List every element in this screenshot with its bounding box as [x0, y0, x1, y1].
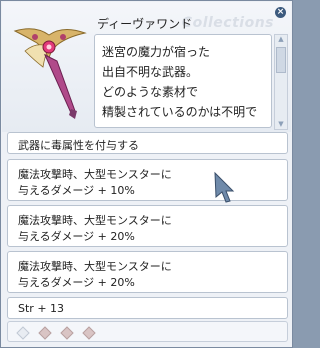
effect-box-poison: 武器に毒属性を付与する	[7, 132, 288, 154]
card-slot-icon	[38, 326, 52, 340]
effect-text: 武器に毒属性を付与する	[18, 139, 139, 152]
effect-text: 魔法攻撃時、大型モンスターに	[18, 214, 172, 227]
cursor-arrow-icon	[214, 171, 235, 203]
card-slot-icon	[16, 326, 30, 340]
effect-text: Str + 13	[18, 302, 65, 315]
description-line: 迷宮の魔力が宿った	[102, 45, 211, 59]
description-scrollbar[interactable]: ▲ ▼	[274, 34, 288, 130]
item-info-window: Collections × ディーヴァワンド 迷宮の魔力が宿った 出自不明な武器…	[0, 0, 293, 348]
effect-text: 与えるダメージ + 20%	[18, 276, 135, 289]
effect-box-bonus: 魔法攻撃時、大型モンスターに 与えるダメージ + 10%	[7, 159, 288, 201]
description-box: 迷宮の魔力が宿った 出自不明な武器。 どのような素材で 精製されているのかは不明…	[94, 34, 272, 128]
scroll-down-icon[interactable]: ▼	[275, 120, 287, 129]
collections-watermark: Collections	[181, 15, 274, 31]
effect-text: 魔法攻撃時、大型モンスターに	[18, 260, 172, 273]
effect-box-bonus: 魔法攻撃時、大型モンスターに 与えるダメージ + 20%	[7, 205, 288, 247]
item-name: ディーヴァワンド	[97, 17, 193, 31]
effect-text: 魔法攻撃時、大型モンスターに	[18, 168, 172, 181]
description-line: どのような素材で	[102, 85, 199, 99]
scroll-up-icon[interactable]: ▲	[275, 35, 287, 44]
description-line: 精製されているのかは不明で	[102, 105, 258, 119]
scrollbar-thumb[interactable]	[276, 47, 286, 73]
card-slot-icon	[82, 326, 96, 340]
description-line: 出自不明な武器。	[102, 65, 199, 79]
card-slot-bar	[7, 321, 288, 342]
effect-text: 与えるダメージ + 20%	[18, 230, 135, 243]
card-slot-icon	[60, 326, 74, 340]
close-icon[interactable]: ×	[275, 7, 286, 18]
effect-box-stat: Str + 13	[7, 297, 288, 319]
effect-box-bonus: 魔法攻撃時、大型モンスターに 与えるダメージ + 20%	[7, 251, 288, 293]
effect-text: 与えるダメージ + 10%	[18, 184, 135, 197]
diva-wand-image	[13, 28, 87, 119]
